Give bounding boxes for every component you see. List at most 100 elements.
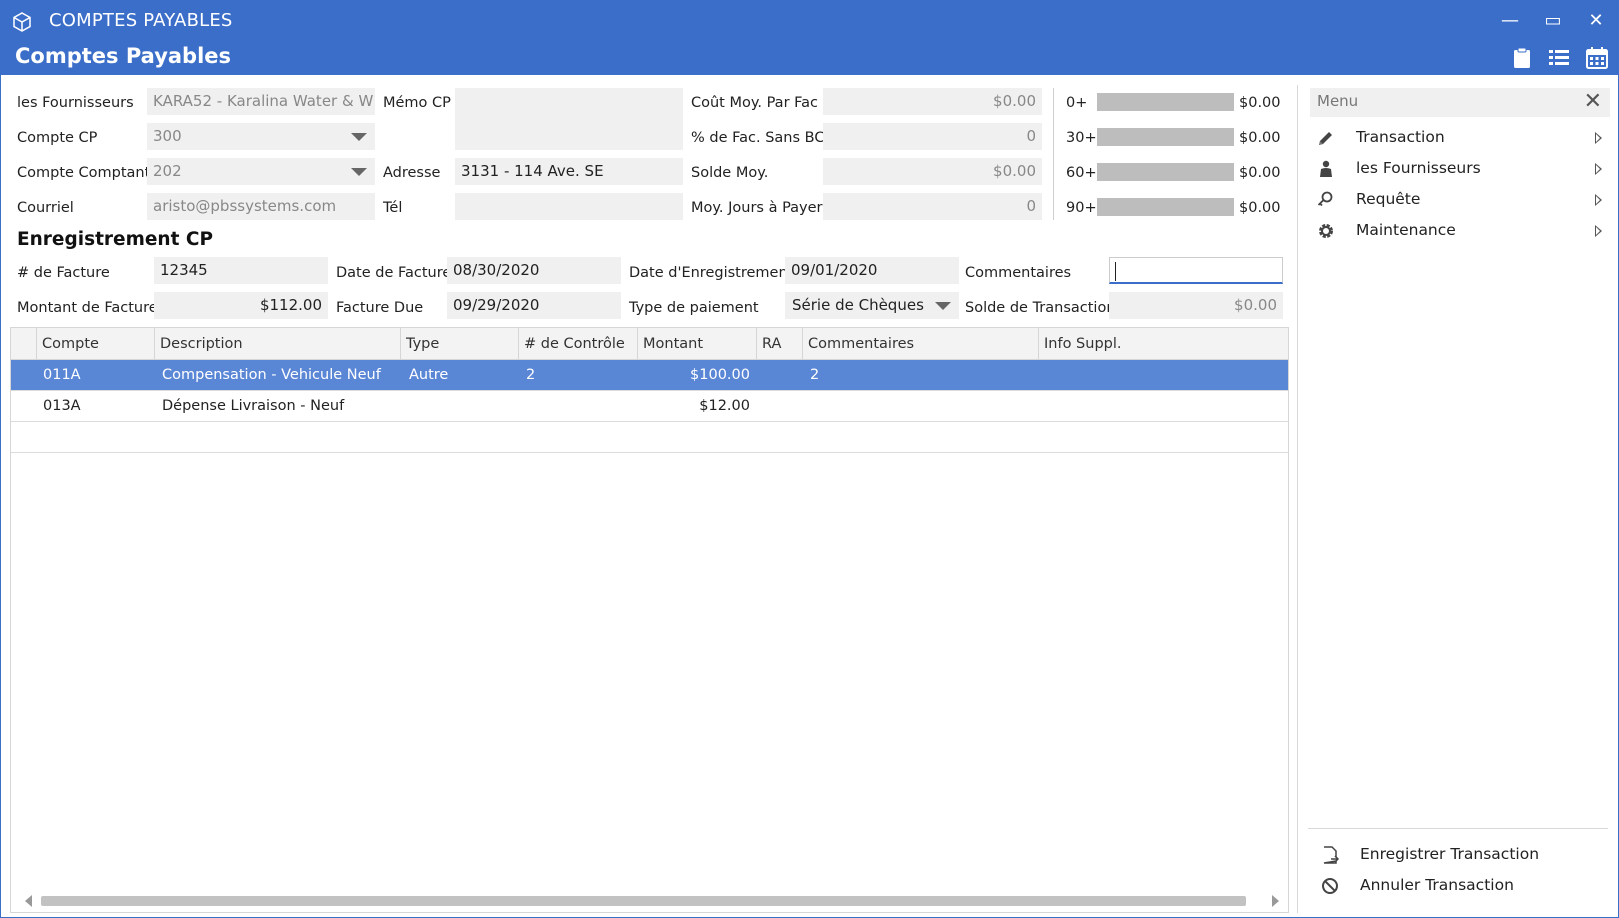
commentaires-input[interactable] [1109, 257, 1283, 284]
column-header-compte[interactable]: Compte [36, 328, 154, 360]
cout-moy-label: Coût Moy. Par Fac [691, 95, 819, 111]
menu-item-label: Transaction [1356, 128, 1445, 146]
moy-jours-field: 0 [823, 193, 1042, 220]
aging-label-90: 90+ [1066, 200, 1097, 216]
gear-icon [1319, 224, 1333, 238]
solde-trans-field: $0.00 [1109, 292, 1283, 319]
facture-due-label: Facture Due [336, 300, 424, 316]
aging-value-0: $0.00 [1239, 95, 1281, 111]
column-header-montant[interactable]: Montant [637, 328, 756, 360]
column-header-ra[interactable]: RA [756, 328, 802, 360]
chevron-right-icon [1595, 132, 1602, 144]
pct-sans-bc-field: 0 [823, 123, 1042, 150]
fournisseur-field[interactable]: KARA52 - Karalina Water & W [147, 88, 375, 115]
cell-compte: 013A [43, 398, 81, 414]
aging-bar-90 [1097, 198, 1234, 216]
list-icon[interactable] [1547, 46, 1571, 70]
clipboard-icon[interactable] [1510, 46, 1534, 70]
solde-moy-label: Solde Moy. [691, 165, 769, 181]
minimize-button[interactable]: — [1495, 7, 1525, 35]
grid-header: Compte Description Type # de Contrôle Mo… [11, 328, 1288, 360]
moy-jours-label: Moy. Jours à Payer [691, 200, 823, 216]
solde-trans-label: Solde de Transaction [965, 300, 1116, 316]
menu-header: Menu ✕ [1310, 88, 1610, 117]
text-caret [1115, 262, 1116, 281]
compte-comptant-label: Compte Comptant [17, 165, 151, 181]
title-bar: COMPTES PAYABLES — ▭ ✕ [1, 1, 1618, 42]
scroll-left-icon[interactable] [25, 895, 32, 907]
table-row[interactable]: 011A Compensation - Vehicule Neuf Autre … [11, 360, 1288, 391]
menu-item-transaction[interactable]: Transaction [1310, 123, 1610, 153]
transaction-grid[interactable]: Compte Description Type # de Contrôle Mo… [10, 327, 1289, 913]
cell-compte: 011A [43, 367, 81, 383]
scrollbar-thumb[interactable] [41, 896, 1246, 906]
tel-field[interactable] [455, 193, 683, 220]
menu-item-fournisseurs[interactable]: les Fournisseurs [1310, 154, 1610, 184]
aging-bar-0 [1097, 93, 1234, 111]
section-title-enregistrement: Enregistrement CP [17, 229, 214, 250]
menu-item-label: les Fournisseurs [1356, 159, 1481, 177]
calendar-icon[interactable] [1585, 46, 1609, 70]
header-bar: Comptes Payables [1, 42, 1618, 75]
column-header-commentaires[interactable]: Commentaires [802, 328, 1038, 360]
fournisseur-label: les Fournisseurs [17, 95, 134, 111]
cancel-icon [1322, 878, 1338, 894]
cell-description: Compensation - Vehicule Neuf [162, 367, 381, 383]
aging-value-60: $0.00 [1239, 165, 1281, 181]
facture-num-field[interactable]: 12345 [154, 257, 328, 284]
chevron-right-icon [1595, 225, 1602, 237]
date-enreg-label: Date d'Enregistrement [629, 265, 794, 281]
window-title: COMPTES PAYABLES [49, 10, 233, 31]
aging-value-90: $0.00 [1239, 200, 1281, 216]
save-document-icon [1323, 846, 1340, 864]
column-header-controle[interactable]: # de Contrôle [518, 328, 637, 360]
column-header-info[interactable]: Info Suppl. [1038, 328, 1288, 360]
menu-item-maintenance[interactable]: Maintenance [1310, 216, 1610, 246]
maximize-button[interactable]: ▭ [1538, 7, 1568, 35]
menu-close-icon[interactable]: ✕ [1584, 89, 1602, 115]
cout-moy-field: $0.00 [823, 88, 1042, 115]
cube-icon [13, 12, 31, 32]
new-row[interactable] [11, 422, 1288, 453]
montant-field[interactable]: $112.00 [154, 292, 328, 319]
aging-bar-60 [1097, 163, 1234, 181]
aging-label-30: 30+ [1066, 130, 1097, 146]
scroll-right-icon[interactable] [1272, 895, 1279, 907]
annuler-transaction-button[interactable]: Annuler Transaction [1314, 871, 1604, 901]
courriel-label: Courriel [17, 200, 74, 216]
memo-field[interactable] [455, 88, 683, 150]
memo-label: Mémo CP [383, 95, 451, 111]
menu-title: Menu [1317, 92, 1359, 110]
cell-montant: $12.00 [699, 398, 750, 414]
courriel-field[interactable]: aristo@pbssystems.com [147, 193, 375, 220]
menu-item-requete[interactable]: Requête [1310, 185, 1610, 215]
type-paiement-dropdown[interactable]: Série de Chèques [785, 292, 959, 319]
compte-cp-dropdown[interactable]: 300 [147, 123, 375, 150]
close-button[interactable]: ✕ [1581, 7, 1611, 35]
menu-divider [1308, 828, 1608, 829]
action-label: Annuler Transaction [1360, 876, 1514, 894]
person-icon [1320, 160, 1332, 177]
pct-sans-bc-label: % de Fac. Sans BC [691, 130, 825, 146]
action-label: Enregistrer Transaction [1360, 845, 1540, 863]
adresse-field[interactable]: 3131 - 114 Ave. SE [455, 158, 683, 185]
stats-separator [1053, 88, 1054, 220]
facture-num-label: # de Facture [17, 265, 110, 281]
side-menu: Menu ✕ Transaction les Fournisseurs Requ… [1297, 85, 1610, 913]
aging-value-30: $0.00 [1239, 130, 1281, 146]
enregistrer-transaction-button[interactable]: Enregistrer Transaction [1314, 840, 1604, 870]
facture-due-field[interactable]: 09/29/2020 [447, 292, 621, 319]
horizontal-scrollbar[interactable] [19, 894, 1279, 908]
pencil-icon [1319, 132, 1332, 145]
montant-label: Montant de Facture [17, 300, 158, 316]
table-row[interactable]: 013A Dépense Livraison - Neuf $12.00 [11, 391, 1288, 422]
date-enreg-field[interactable]: 09/01/2020 [785, 257, 959, 284]
aging-label-60: 60+ [1066, 165, 1097, 181]
date-facture-field[interactable]: 08/30/2020 [447, 257, 621, 284]
column-header-type[interactable]: Type [400, 328, 518, 360]
column-header-description[interactable]: Description [154, 328, 400, 360]
chevron-right-icon [1595, 163, 1602, 175]
aging-label-0: 0+ [1066, 95, 1088, 111]
compte-comptant-dropdown[interactable]: 202 [147, 158, 375, 185]
cell-montant: $100.00 [690, 367, 750, 383]
